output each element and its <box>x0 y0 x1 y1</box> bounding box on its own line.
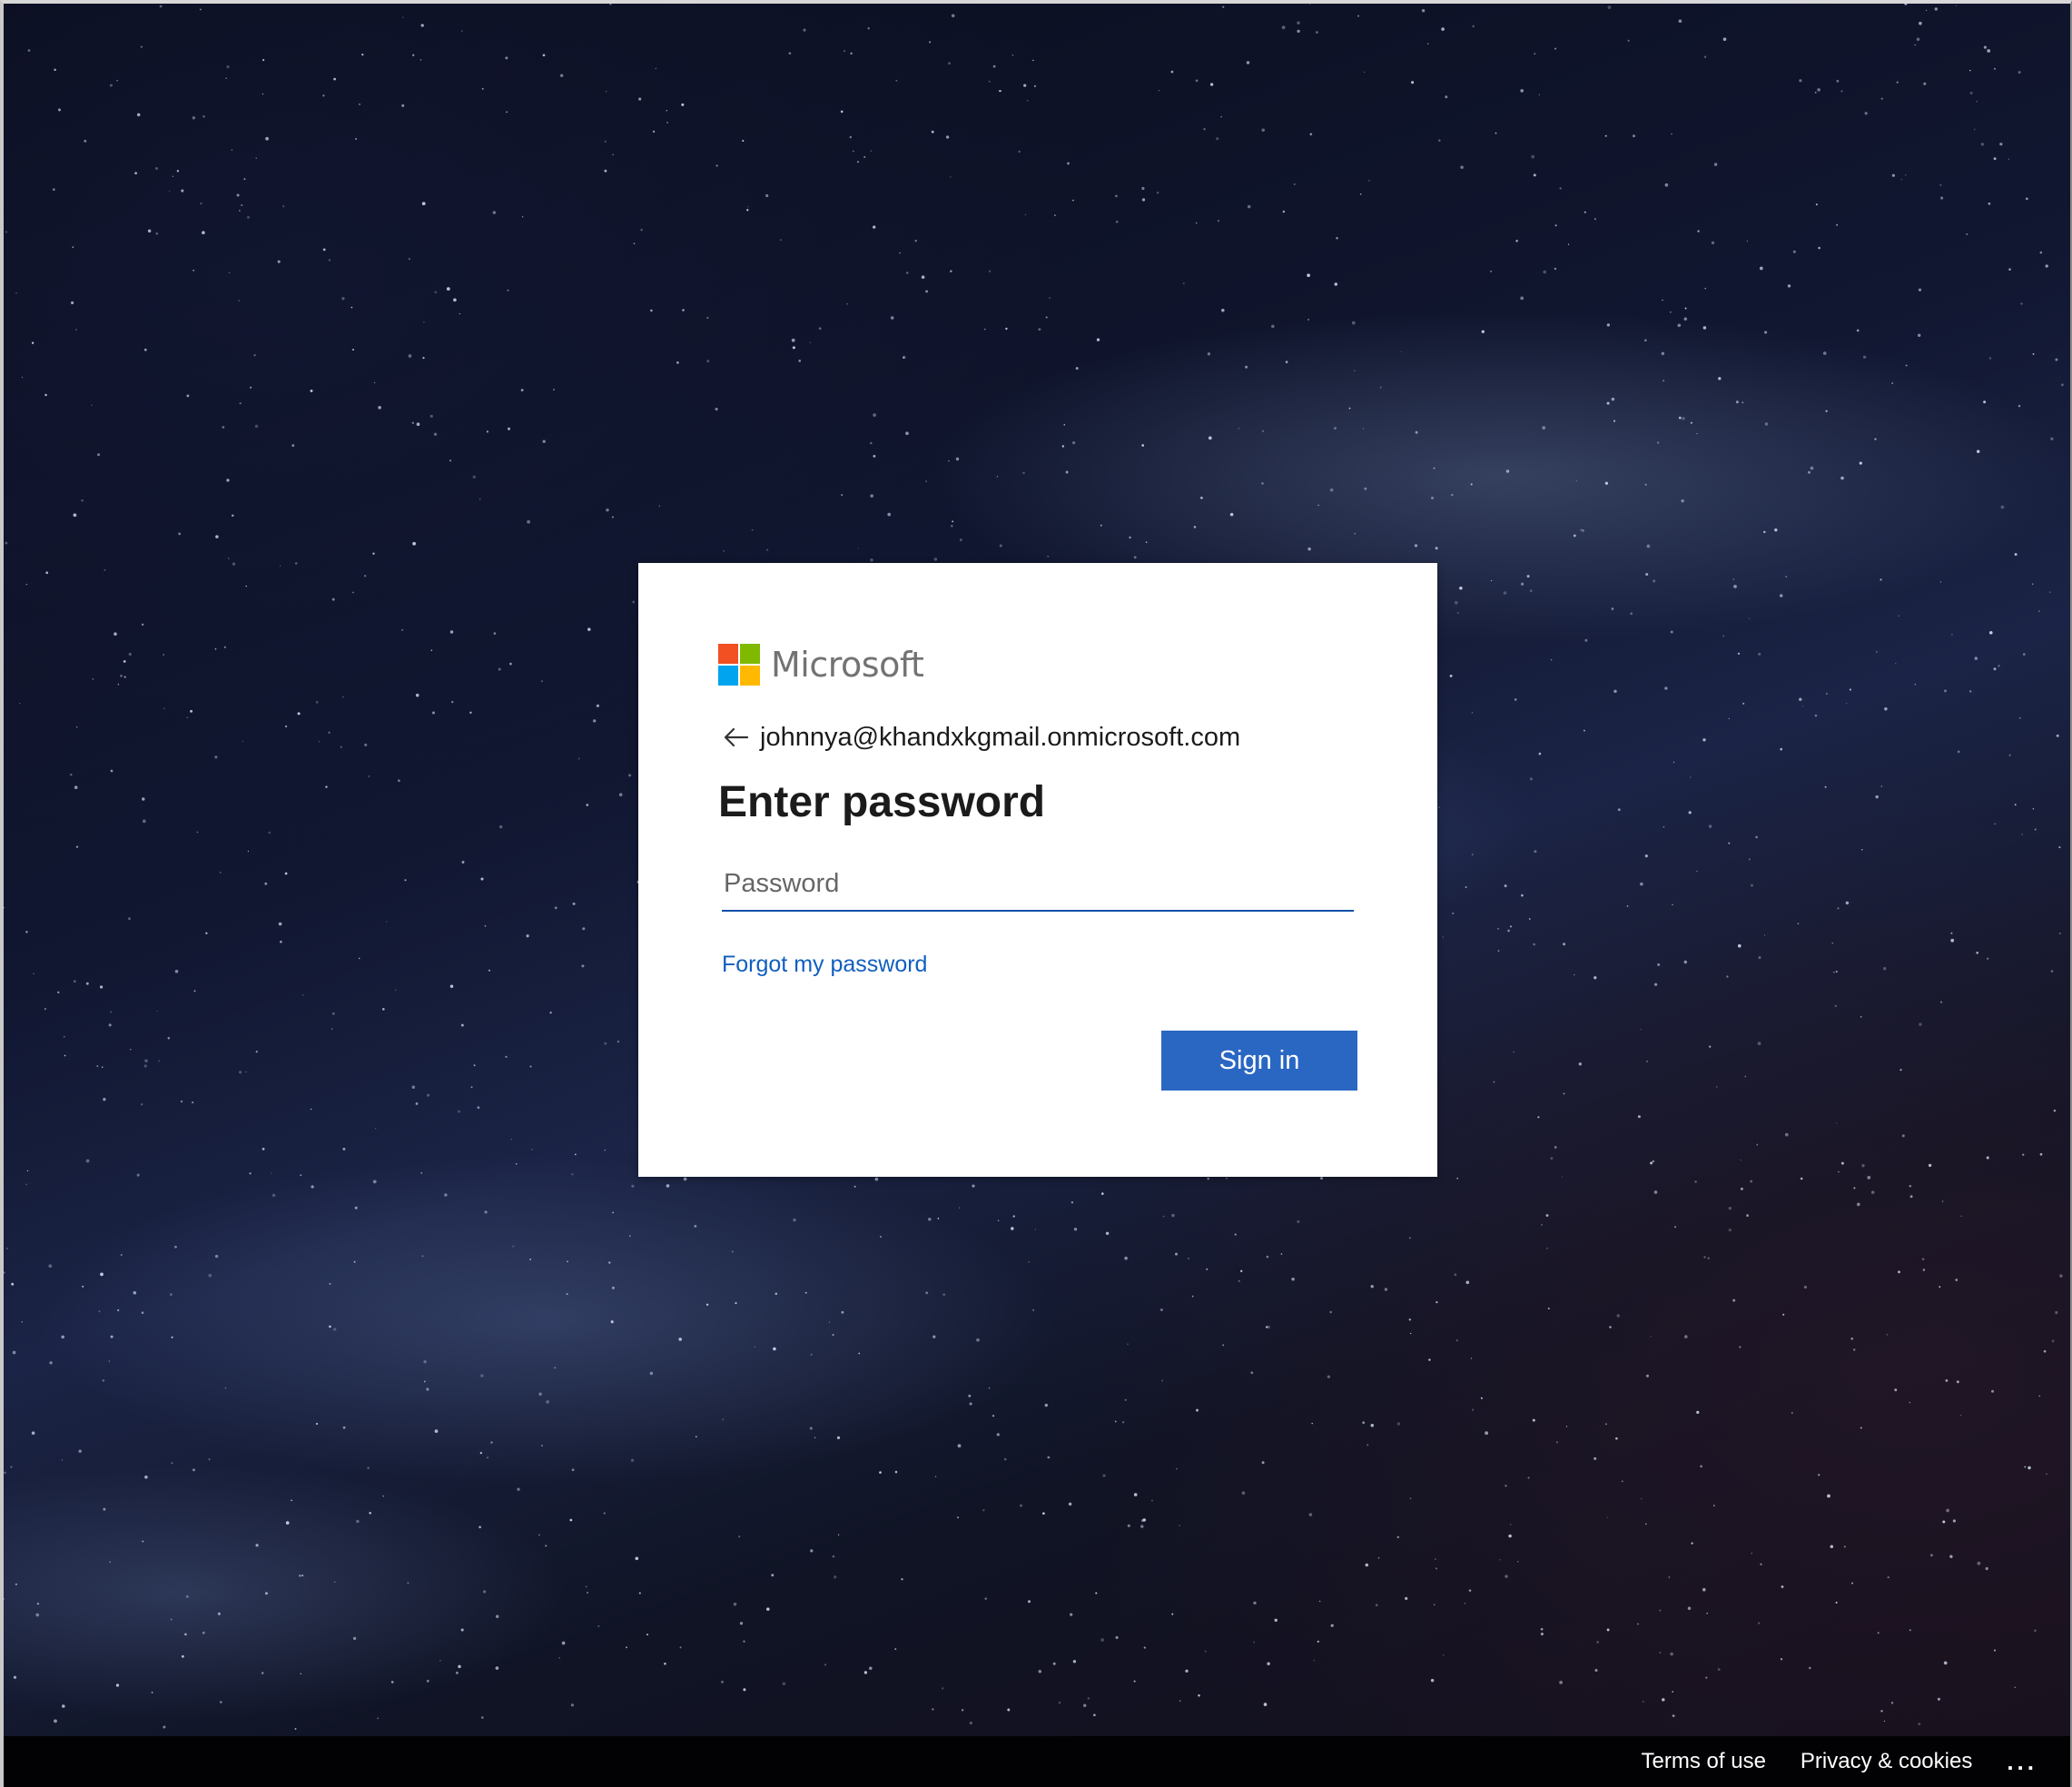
back-button[interactable] <box>718 719 755 755</box>
microsoft-logo-icon <box>718 644 760 686</box>
page-title: Enter password <box>718 778 1046 826</box>
logo-square-green <box>740 644 760 664</box>
sign-in-button[interactable]: Sign in <box>1161 1031 1357 1091</box>
more-options-button[interactable]: ... <box>2007 1748 2037 1776</box>
forgot-password-link[interactable]: Forgot my password <box>722 952 927 978</box>
privacy-cookies-link[interactable]: Privacy & cookies <box>1801 1749 1972 1774</box>
logo-square-red <box>718 644 738 664</box>
logo-square-yellow <box>740 666 760 686</box>
identity-email: johnnya@khandxkgmail.onmicrosoft.com <box>760 722 1241 752</box>
signin-card: Microsoft johnnya@khandxkgmail.onmicroso… <box>638 563 1437 1177</box>
arrow-left-icon <box>724 727 749 747</box>
microsoft-logo: Microsoft <box>718 643 924 686</box>
terms-of-use-link[interactable]: Terms of use <box>1642 1749 1766 1774</box>
logo-square-blue <box>718 666 738 686</box>
footer: Terms of use Privacy & cookies ... <box>4 1736 2070 1787</box>
logo-wordmark: Microsoft <box>771 645 924 685</box>
password-input[interactable] <box>722 857 1354 912</box>
identity-banner: johnnya@khandxkgmail.onmicrosoft.com <box>718 719 1240 755</box>
